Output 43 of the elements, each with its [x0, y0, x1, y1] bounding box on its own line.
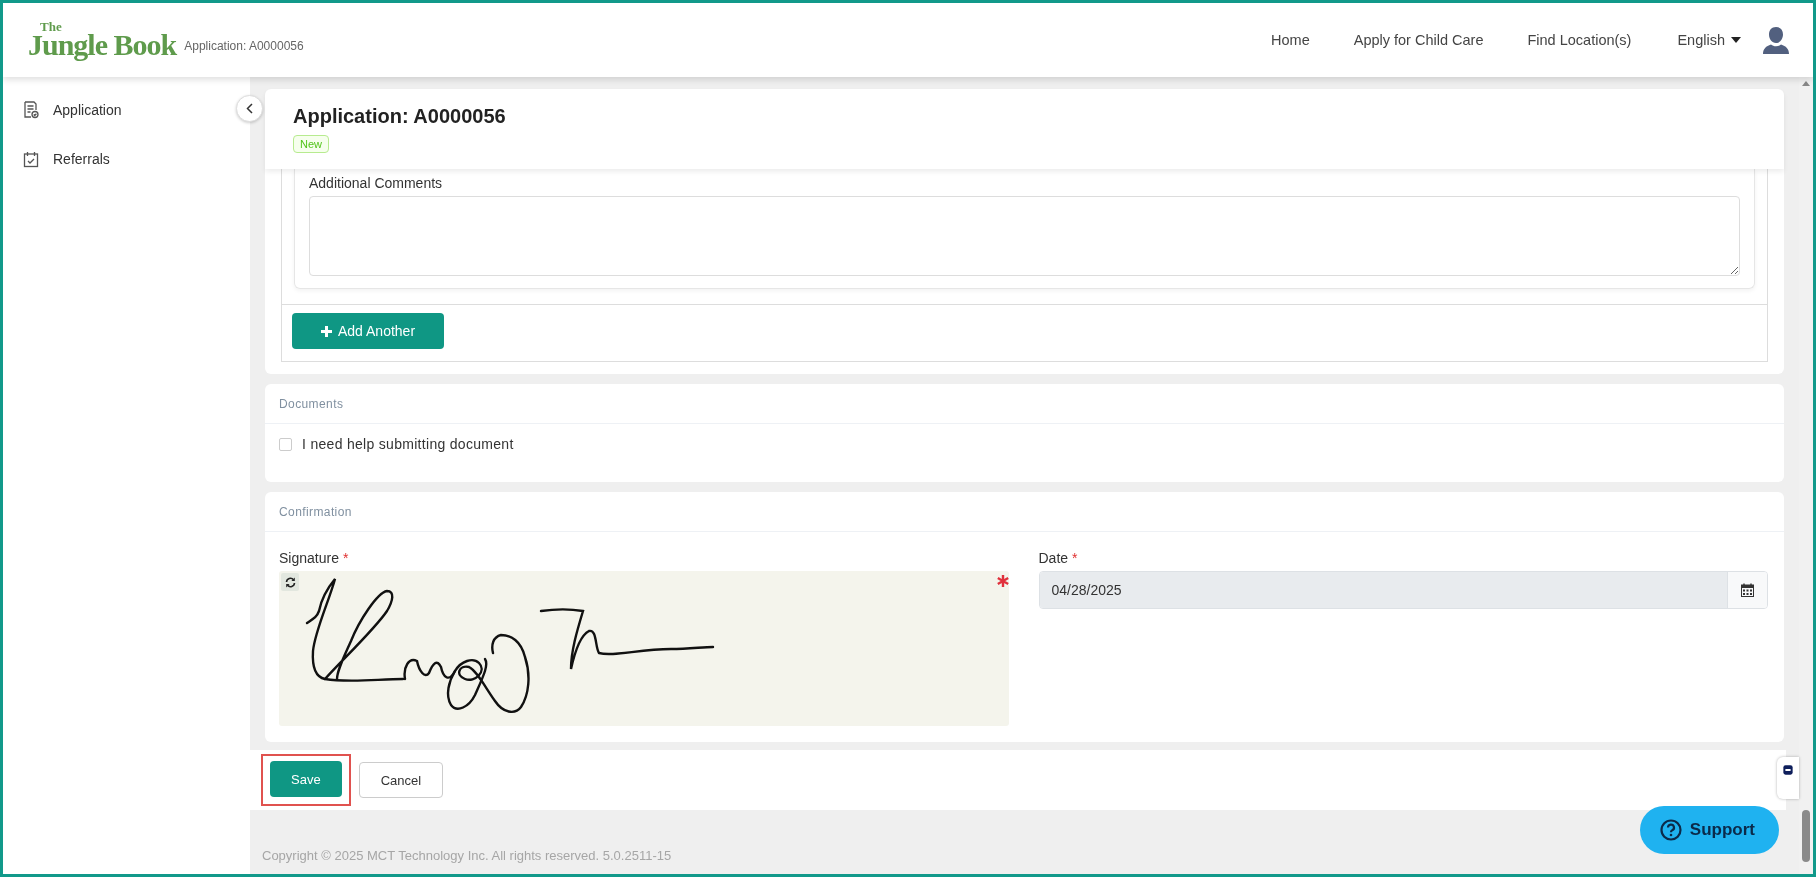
sidebar-item[interactable]: Referrals: [53, 151, 110, 167]
field-label: Date: [1038, 550, 1069, 566]
checkbox[interactable]: [279, 437, 292, 451]
comments-field[interactable]: [309, 196, 1740, 276]
section-title: Confirmation: [265, 492, 1784, 532]
chevron-left-icon: [246, 103, 253, 114]
nav-link[interactable]: Apply for Child Care: [1353, 32, 1484, 48]
calendar-button[interactable]: [1727, 572, 1767, 608]
refresh-button[interactable]: [281, 573, 299, 591]
page-title: Application: A0000056: [293, 105, 507, 128]
side-tab[interactable]: [1777, 757, 1799, 799]
side-tab-icon: [1783, 763, 1793, 777]
required-mark: *: [342, 550, 349, 566]
caret-icon: [1731, 37, 1741, 43]
signature-pad[interactable]: [279, 571, 1009, 726]
header-subtitle: Application: A0000056: [184, 39, 304, 53]
document-icon: [23, 101, 39, 119]
scroll-up-icon[interactable]: [1802, 80, 1810, 86]
nav-link[interactable]: Find Location(s): [1527, 32, 1632, 48]
calendar-check-icon: [23, 150, 39, 168]
help-icon: [1659, 819, 1682, 841]
field-label: Signature: [279, 550, 339, 566]
checkbox-label[interactable]: I need help submitting document: [302, 436, 514, 452]
scrollbar[interactable]: [1799, 77, 1813, 874]
plus-icon: [321, 325, 332, 337]
required-mark: *: [1072, 550, 1078, 566]
cancel-button[interactable]: Cancel: [358, 762, 444, 798]
add-another-button[interactable]: Add Another: [292, 313, 445, 349]
date-field[interactable]: 04/28/2025: [1038, 571, 1768, 609]
asterisk-icon: [996, 575, 1009, 587]
scrollbar-thumb[interactable]: [1802, 810, 1810, 862]
field-label: Additional Comments: [309, 175, 444, 191]
user-avatar-icon[interactable]: [1761, 26, 1791, 54]
copyright-text: Copyright © 2025 MCT Technology Inc. All rights reserved. 5.0.2511-15: [262, 847, 672, 863]
section-title: Documents: [265, 384, 1784, 424]
save-button[interactable]: Save: [270, 761, 342, 797]
nav-link[interactable]: Home: [1271, 32, 1310, 48]
status-badge: New: [293, 135, 329, 153]
sidebar-item[interactable]: Application: [53, 102, 122, 118]
language-dropdown[interactable]: English: [1677, 32, 1741, 48]
calendar-icon: [1741, 583, 1754, 597]
support-button[interactable]: Support: [1639, 806, 1779, 854]
refresh-icon: [284, 576, 296, 588]
